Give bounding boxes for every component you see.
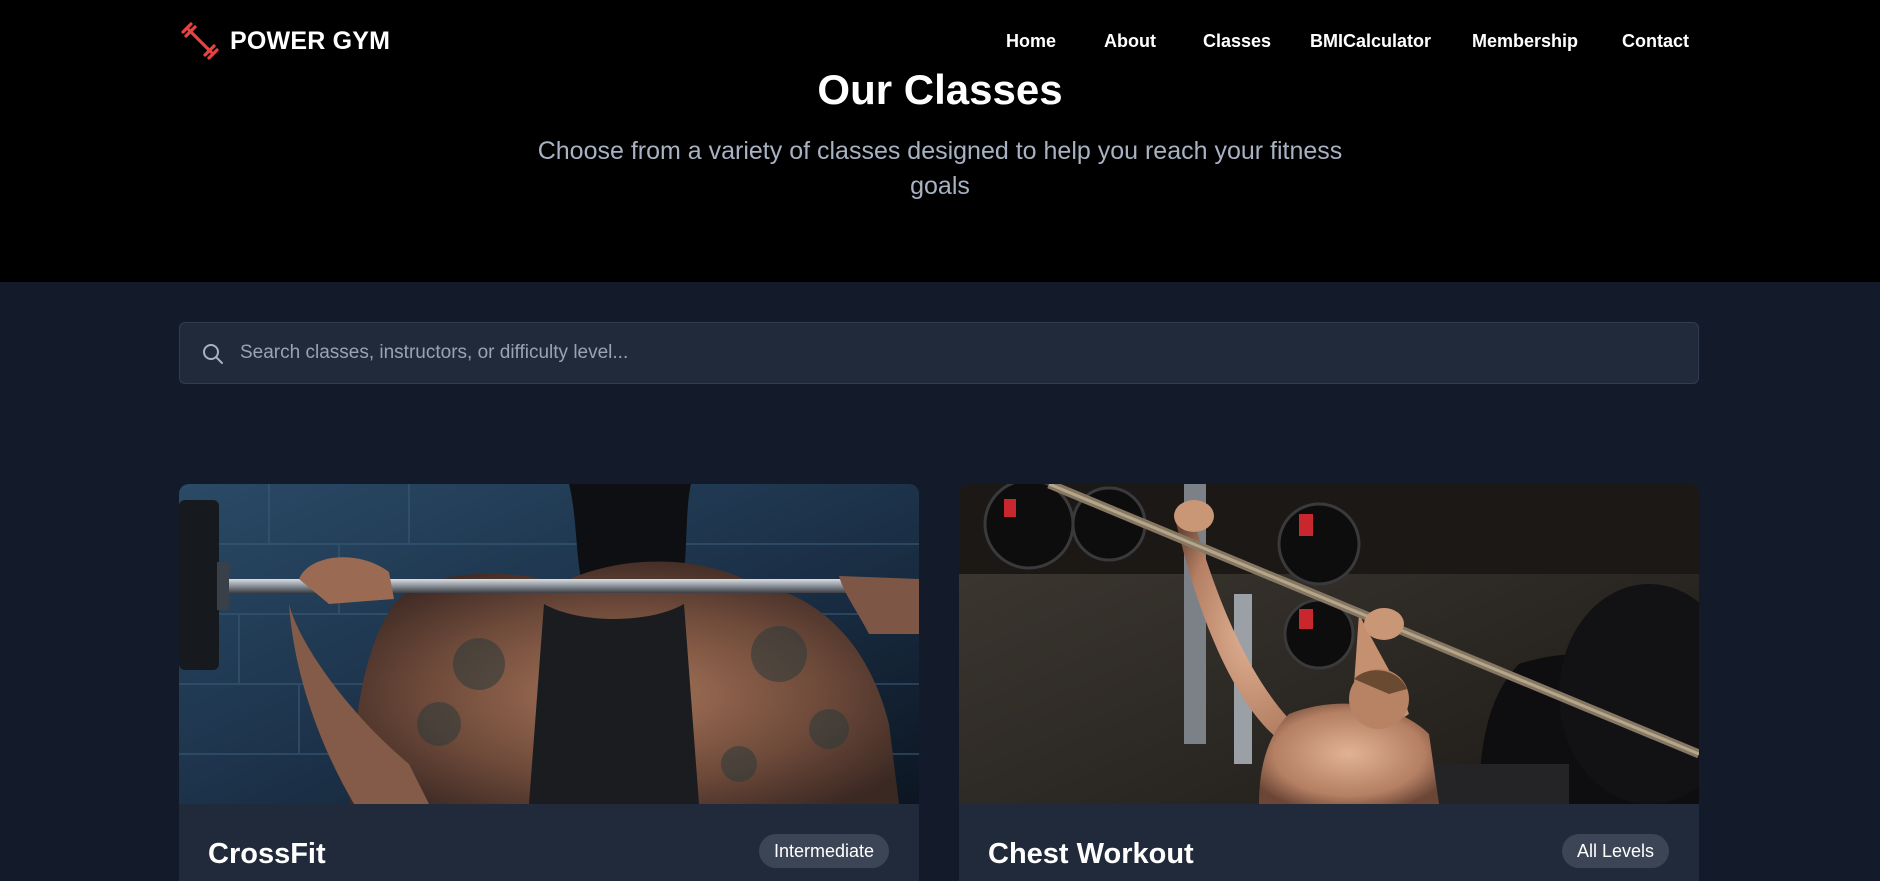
nav-bmi-calculator[interactable]: BMICalculator (1310, 28, 1431, 54)
search-bar (179, 322, 1699, 384)
navbar: POWER GYM Home About Classes BMICalculat… (0, 0, 1880, 82)
nav-classes[interactable]: Classes (1203, 28, 1271, 54)
class-title: CrossFit (208, 838, 326, 870)
difficulty-badge: All Levels (1561, 834, 1669, 868)
search-icon (203, 344, 223, 364)
nav-about[interactable]: About (1104, 28, 1156, 54)
nav-contact[interactable]: Contact (1622, 28, 1689, 54)
class-image-crossfit (179, 484, 919, 804)
nav-membership[interactable]: Membership (1472, 28, 1578, 54)
page-subtitle: Choose from a variety of classes designe… (537, 137, 1343, 200)
class-card-chest-workout[interactable]: Chest Workout All Levels (959, 484, 1699, 881)
class-card-crossfit[interactable]: CrossFit Intermediate (179, 484, 919, 881)
hero-section: Our Classes Choose from a variety of cla… (0, 0, 1880, 282)
nav-menu: Home About Classes BMICalculator Members… (0, 28, 1880, 54)
class-image-chest-workout (959, 484, 1699, 804)
class-title: Chest Workout (988, 838, 1194, 870)
nav-home[interactable]: Home (1006, 28, 1056, 54)
search-input[interactable] (240, 323, 1680, 383)
difficulty-badge: Intermediate (758, 834, 889, 868)
